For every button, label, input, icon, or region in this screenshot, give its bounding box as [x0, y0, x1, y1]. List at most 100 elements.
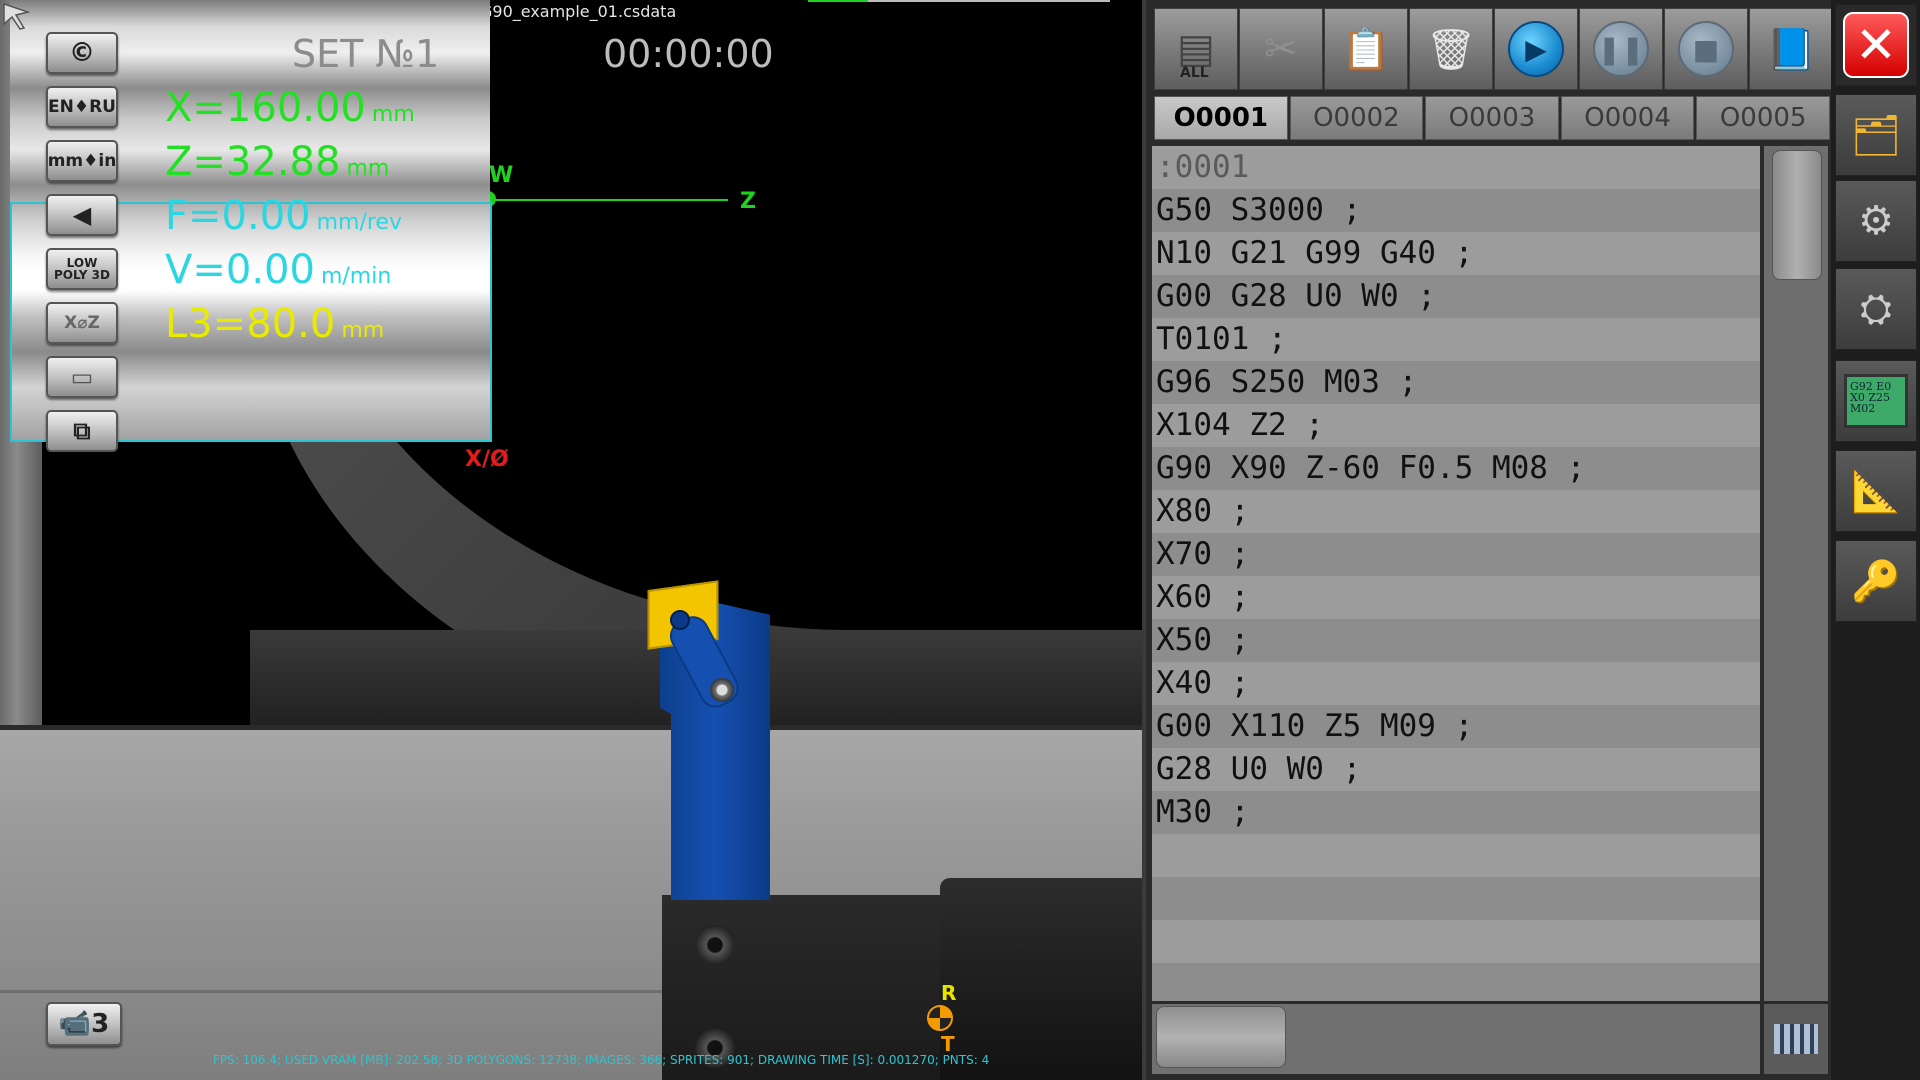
z-axis-label: Z: [740, 189, 756, 214]
play-button[interactable]: ▶: [1494, 8, 1578, 90]
code-line[interactable]: X50 ;: [1156, 619, 1249, 662]
toolpath-button[interactable]: ▭: [46, 356, 118, 398]
camera-button[interactable]: 📹3: [46, 1002, 122, 1046]
program-header: :0001: [1156, 149, 1250, 185]
copyright-button[interactable]: ©: [46, 32, 118, 74]
feed-value: F=0.00: [165, 193, 311, 239]
units-button[interactable]: mm♦in: [46, 140, 118, 182]
stop-icon: ■: [1678, 21, 1734, 77]
gcode-editor-button[interactable]: G92 E0 X0 Z25 M02: [1835, 360, 1917, 442]
close-button[interactable]: ✕: [1835, 4, 1917, 86]
tab-o0001[interactable]: O0001: [1154, 96, 1288, 140]
folder-save-icon: 🗂: [1850, 112, 1902, 159]
measure-button[interactable]: 📐: [1835, 450, 1917, 532]
cursor-icon: [3, 2, 31, 30]
code-vertical-scrollbar[interactable]: [1764, 146, 1828, 1001]
z-value: Z=32.88: [165, 139, 341, 185]
program-tabs: O0001 O0002 O0003 O0004 O0005: [1154, 96, 1830, 140]
gcode-editor-icon: G92 E0 X0 Z25 M02: [1844, 374, 1908, 428]
keypad-button[interactable]: [1764, 1004, 1828, 1074]
tab-o0004[interactable]: O0004: [1560, 96, 1695, 140]
cut-button[interactable]: ✂: [1239, 8, 1323, 90]
code-line[interactable]: G28 U0 W0 ;: [1156, 748, 1361, 791]
code-horizontal-scrollbar[interactable]: [1152, 1004, 1760, 1074]
play-icon: ▶: [1508, 21, 1564, 77]
tab-o0003[interactable]: O0003: [1425, 96, 1559, 140]
turret-body: [940, 878, 1142, 1080]
caliper-icon: 📐: [1851, 468, 1901, 515]
z-readout: Z=32.88 mm: [165, 139, 389, 185]
feed-unit: mm/rev: [316, 210, 402, 235]
paste-button[interactable]: 📋: [1324, 8, 1408, 90]
file-button[interactable]: 🗂: [1835, 94, 1917, 176]
debug-stats: FPS: 106.4; USED VRAM [MB]: 202.58; 3D P…: [213, 1053, 990, 1067]
code-line[interactable]: T0101 ;: [1156, 318, 1287, 361]
code-line[interactable]: G96 S250 M03 ;: [1156, 361, 1417, 404]
l3-unit: mm: [341, 318, 385, 343]
speed-value: V=0.00: [165, 247, 315, 293]
x-axis-label: X/Ø: [465, 447, 509, 472]
cut-icon: ✂: [1264, 26, 1298, 72]
code-line[interactable]: X104 Z2 ;: [1156, 404, 1324, 447]
chuck-icon: ⚙: [1858, 198, 1894, 244]
lowpoly-button[interactable]: LOW POLY 3D: [46, 248, 118, 290]
delete-button[interactable]: 🗑: [1409, 8, 1493, 90]
r-label: R: [941, 981, 957, 1005]
w-axis-label: W: [489, 163, 514, 188]
mute-icon: ◀: [72, 201, 92, 229]
pause-icon: ❚❚: [1593, 21, 1649, 77]
pause-button[interactable]: ❚❚: [1579, 8, 1663, 90]
tools-button[interactable]: ⛭: [1835, 268, 1917, 350]
tool-reference-marker: [927, 1005, 953, 1031]
copyright-icon: ©: [69, 38, 95, 68]
fit-view-button[interactable]: ⧉: [46, 410, 118, 452]
horizontal-scroll-thumb[interactable]: [1156, 1006, 1286, 1068]
code-line[interactable]: X70 ;: [1156, 533, 1249, 576]
l3-value: L3=80.0: [165, 301, 336, 347]
book-icon: 📘: [1766, 26, 1816, 73]
insert-hole: [670, 610, 690, 630]
l3-readout: L3=80.0 mm: [165, 301, 384, 347]
stop-button[interactable]: ■: [1664, 8, 1748, 90]
speed-readout: V=0.00 m/min: [165, 247, 391, 293]
close-icon: ✕: [1843, 12, 1909, 78]
code-line[interactable]: X80 ;: [1156, 490, 1249, 533]
select-all-label: ALL: [1180, 65, 1209, 81]
select-all-button[interactable]: ▤ ALL: [1154, 8, 1238, 90]
code-line[interactable]: X40 ;: [1156, 662, 1249, 705]
feed-readout: F=0.00 mm/rev: [165, 193, 402, 239]
keypad-icon: [1774, 1024, 1818, 1054]
program-editor: ▤ ALL ✂ 📋 🗑 ▶ ❚❚ ■ 📘 O0001 O0002 O0003 O…: [1142, 0, 1833, 1080]
code-line[interactable]: G50 S3000 ;: [1156, 189, 1361, 232]
fit-view-icon: ⧉: [73, 417, 91, 445]
code-line[interactable]: G00 X110 Z5 M09 ;: [1156, 705, 1473, 748]
run-timer: 00:00:00: [603, 32, 774, 76]
tab-o0005[interactable]: O0005: [1696, 96, 1830, 140]
code-text-area[interactable]: :0001 G50 S3000 ; N10 G21 G99 G40 ; G00 …: [1152, 146, 1760, 1001]
clamp-screw: [710, 678, 734, 702]
license-button[interactable]: 🔑: [1835, 540, 1917, 622]
code-line[interactable]: M30 ;: [1156, 791, 1249, 834]
progress-bar: [808, 0, 1110, 2]
chuck-button[interactable]: ⚙: [1835, 180, 1917, 262]
manual-button[interactable]: 📘: [1749, 8, 1833, 90]
diameter-toggle-button[interactable]: X⌀Z: [46, 302, 118, 344]
bed-edge: [0, 725, 1142, 730]
vertical-scroll-thumb[interactable]: [1772, 150, 1822, 280]
language-icon: EN♦RU: [48, 97, 116, 117]
code-line[interactable]: N10 G21 G99 G40 ;: [1156, 232, 1473, 275]
code-line[interactable]: X60 ;: [1156, 576, 1249, 619]
code-line[interactable]: G00 G28 U0 W0 ;: [1156, 275, 1436, 318]
right-tool-column: ✕ 🗂 ⚙ ⛭ G92 E0 X0 Z25 M02 📐 🔑: [1831, 0, 1920, 1080]
language-button[interactable]: EN♦RU: [46, 86, 118, 128]
mute-button[interactable]: ◀: [46, 194, 118, 236]
code-line[interactable]: G90 X90 Z-60 F0.5 M08 ;: [1156, 447, 1585, 490]
units-icon: mm♦in: [47, 151, 117, 171]
key-icon: 🔑: [1851, 558, 1901, 605]
tab-o0002[interactable]: O0002: [1289, 96, 1424, 140]
file-title: G90_example_01.csdata: [480, 2, 677, 21]
z-unit: mm: [346, 156, 390, 181]
turret-bolt: [695, 925, 735, 965]
x-readout: X=160.00 mm: [165, 85, 415, 131]
toolpath-icon: ▭: [70, 363, 94, 391]
